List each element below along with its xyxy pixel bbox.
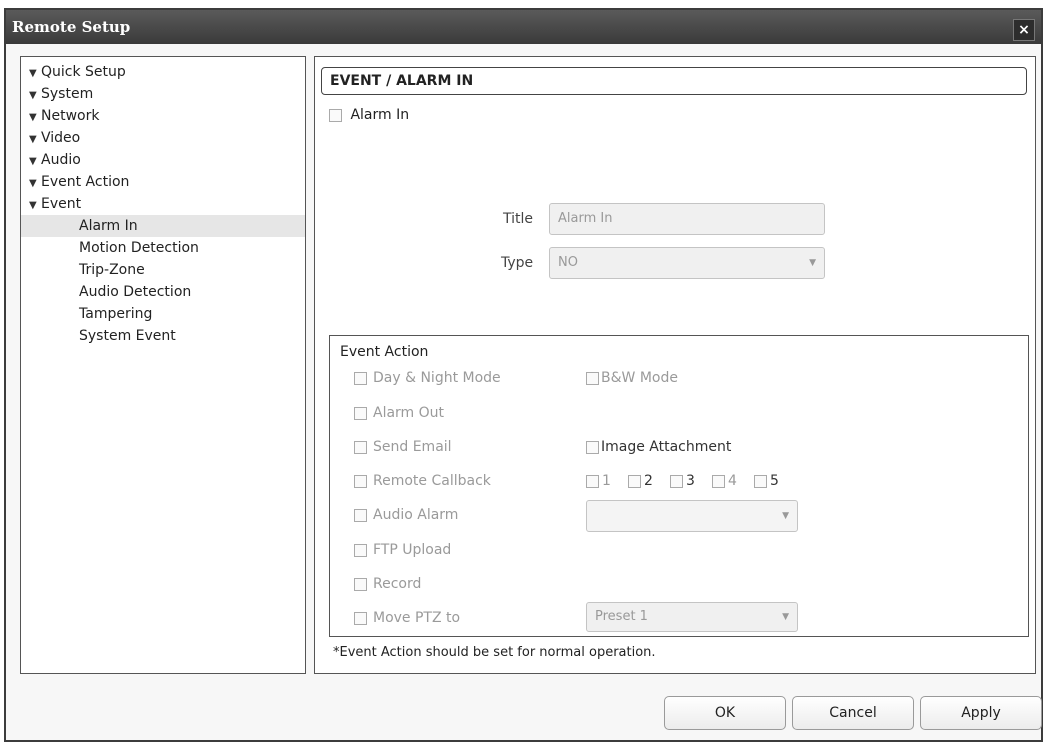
ptz-preset-value: Preset 1	[595, 609, 648, 624]
title-bar: Remote Setup ×	[6, 10, 1041, 44]
expand-triangle-icon: ▼	[29, 90, 37, 101]
audio-alarm-select[interactable]: ▼	[586, 500, 798, 532]
callback-4-label: 4	[728, 473, 737, 489]
nav-item-quick-setup[interactable]: ▼ Quick Setup	[21, 61, 305, 83]
callback-3-checkbox[interactable]	[670, 474, 683, 488]
type-select[interactable]: NO ▼	[549, 247, 825, 279]
send-email-checkbox[interactable]	[354, 440, 367, 454]
chevron-down-icon: ▼	[809, 258, 816, 268]
bw-mode-option[interactable]: B&W Mode	[586, 370, 678, 386]
ok-button[interactable]: OK	[664, 696, 786, 730]
move-ptz-checkbox[interactable]	[354, 611, 367, 625]
nav-subitem-system-event[interactable]: System Event	[21, 325, 305, 347]
nav-item-label: Network	[41, 108, 100, 124]
title-label: Title	[503, 211, 534, 227]
alarm-out-option[interactable]: Alarm Out	[354, 405, 444, 421]
event-action-note: *Event Action should be set for normal o…	[333, 645, 656, 660]
record-option[interactable]: Record	[354, 576, 421, 592]
remote-callback-checkbox[interactable]	[354, 474, 367, 488]
alarm-in-enable[interactable]: Alarm In	[329, 107, 409, 123]
nav-tree: ▼ Quick Setup ▼ System ▼ Network ▼ Video ▼ Au…	[20, 56, 306, 674]
callback-number-4[interactable]: 4	[712, 473, 737, 489]
nav-subitem-trip-zone[interactable]: Trip-Zone	[21, 259, 305, 281]
nav-item-event-action[interactable]: ▼ Event Action	[21, 171, 305, 193]
nav-item-video[interactable]: ▼ Video	[21, 127, 305, 149]
expand-triangle-icon: ▼	[29, 68, 37, 79]
expand-triangle-icon: ▼	[29, 156, 37, 167]
callback-2-checkbox[interactable]	[628, 474, 641, 488]
image-attachment-label: Image Attachment	[601, 439, 732, 455]
alarm-in-label: Alarm In	[350, 107, 410, 123]
nav-item-label: Video	[41, 130, 81, 146]
callback-2-label: 2	[644, 473, 653, 489]
send-email-option[interactable]: Send Email	[354, 439, 452, 455]
content-panel: EVENT / ALARM IN Alarm In Title Alarm In…	[314, 56, 1036, 674]
nav-subitem-motion-detection[interactable]: Motion Detection	[21, 237, 305, 259]
remote-callback-option[interactable]: Remote Callback	[354, 473, 491, 489]
chevron-down-icon: ▼	[782, 511, 789, 521]
callback-5-label: 5	[770, 473, 779, 489]
image-attachment-checkbox[interactable]	[586, 440, 599, 454]
expand-triangle-icon: ▼	[29, 200, 37, 211]
nav-item-audio[interactable]: ▼ Audio	[21, 149, 305, 171]
event-action-heading: Event Action	[340, 344, 429, 360]
nav-subitem-audio-detection[interactable]: Audio Detection	[21, 281, 305, 303]
send-email-label: Send Email	[373, 439, 452, 455]
apply-button[interactable]: Apply	[920, 696, 1042, 730]
title-input[interactable]: Alarm In	[549, 203, 825, 235]
section-title: EVENT / ALARM IN	[321, 67, 1027, 95]
nav-subitem-tampering[interactable]: Tampering	[21, 303, 305, 325]
window-title: Remote Setup	[12, 18, 131, 36]
ftp-upload-checkbox[interactable]	[354, 543, 367, 557]
record-label: Record	[373, 576, 422, 592]
alarm-out-label: Alarm Out	[373, 405, 445, 421]
expand-triangle-icon: ▼	[29, 134, 37, 145]
bw-mode-checkbox[interactable]	[586, 371, 599, 385]
expand-triangle-icon: ▼	[29, 112, 37, 123]
callback-5-checkbox[interactable]	[754, 474, 767, 488]
nav-item-label: Event	[41, 196, 82, 212]
callback-4-checkbox[interactable]	[712, 474, 725, 488]
callback-number-5[interactable]: 5	[754, 473, 779, 489]
nav-item-system[interactable]: ▼ System	[21, 83, 305, 105]
move-ptz-option[interactable]: Move PTZ to	[354, 610, 460, 626]
callback-number-1[interactable]: 1	[586, 473, 611, 489]
day-night-mode-option[interactable]: Day & Night Mode	[354, 370, 501, 386]
callback-1-label: 1	[602, 473, 611, 489]
nav-item-network[interactable]: ▼ Network	[21, 105, 305, 127]
callback-1-checkbox[interactable]	[586, 474, 599, 488]
type-label: Type	[501, 255, 534, 271]
bw-mode-label: B&W Mode	[601, 370, 678, 386]
nav-item-event[interactable]: ▼ Event	[21, 193, 305, 215]
chevron-down-icon: ▼	[782, 612, 789, 622]
nav-subitem-alarm-in[interactable]: Alarm In	[21, 215, 305, 237]
cancel-button[interactable]: Cancel	[792, 696, 914, 730]
callback-number-2[interactable]: 2	[628, 473, 653, 489]
nav-item-label: Event Action	[41, 174, 130, 190]
callback-number-3[interactable]: 3	[670, 473, 695, 489]
type-select-value: NO	[558, 255, 578, 270]
move-ptz-label: Move PTZ to	[373, 610, 461, 626]
day-night-mode-checkbox[interactable]	[354, 371, 367, 385]
remote-callback-label: Remote Callback	[373, 473, 491, 489]
audio-alarm-checkbox[interactable]	[354, 508, 367, 522]
expand-triangle-icon: ▼	[29, 178, 37, 189]
close-button[interactable]: ×	[1013, 19, 1035, 41]
audio-alarm-label: Audio Alarm	[373, 507, 459, 523]
ftp-upload-label: FTP Upload	[373, 542, 452, 558]
record-checkbox[interactable]	[354, 577, 367, 591]
nav-item-label: Audio	[41, 152, 81, 168]
ftp-upload-option[interactable]: FTP Upload	[354, 542, 451, 558]
day-night-mode-label: Day & Night Mode	[373, 370, 501, 386]
ptz-preset-select[interactable]: Preset 1 ▼	[586, 602, 798, 632]
nav-item-label: System	[41, 86, 94, 102]
image-attachment-option[interactable]: Image Attachment	[586, 439, 731, 455]
alarm-out-checkbox[interactable]	[354, 406, 367, 420]
nav-item-label: Quick Setup	[41, 64, 126, 80]
audio-alarm-option[interactable]: Audio Alarm	[354, 507, 458, 523]
remote-setup-window: Remote Setup × ▼ Quick Setup ▼ System ▼ Net…	[4, 8, 1043, 742]
alarm-in-checkbox[interactable]	[329, 108, 342, 122]
event-action-group: Event Action Day & Night Mode B&W Mode A…	[329, 335, 1029, 637]
callback-3-label: 3	[686, 473, 695, 489]
